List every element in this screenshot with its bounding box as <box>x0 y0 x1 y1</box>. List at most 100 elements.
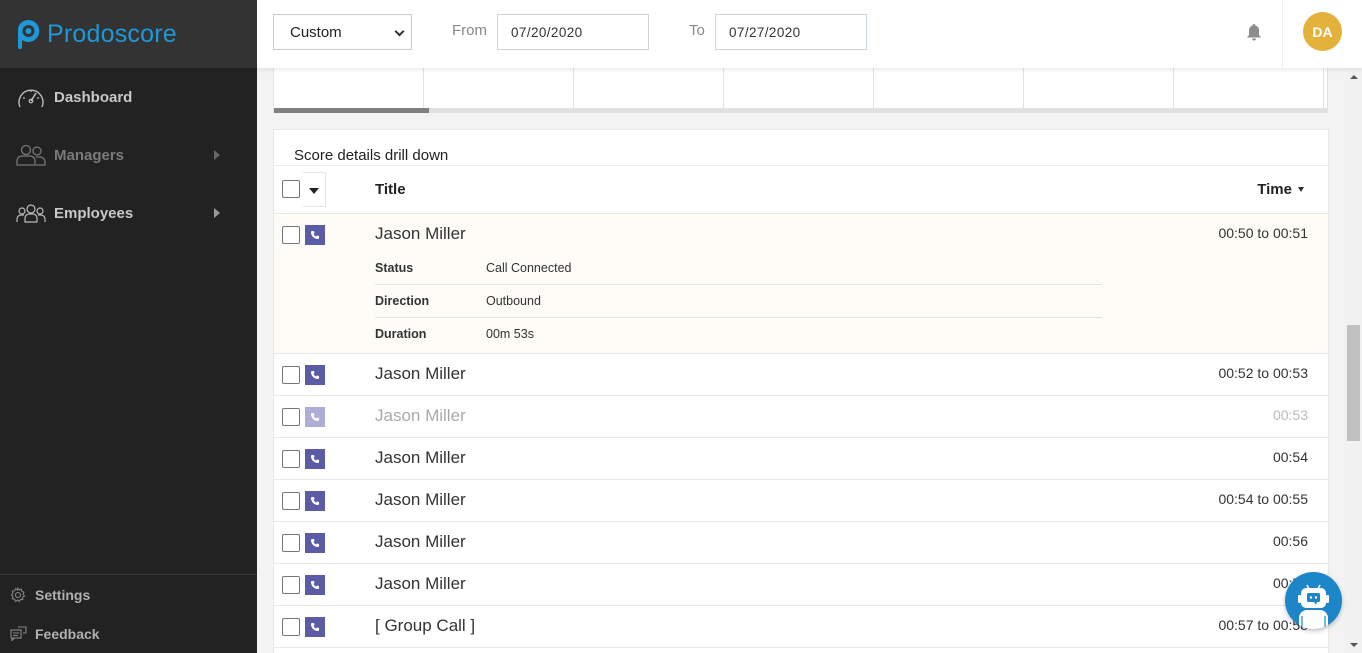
sidebar-item-label: Employees <box>54 204 134 222</box>
row-checkbox[interactable] <box>282 450 300 468</box>
top-bar: Custom From To DA <box>257 0 1362 68</box>
detail-key: Direction <box>375 294 430 308</box>
table-header: Title Time <box>274 166 1328 214</box>
row-title: Jason Miller <box>375 364 466 383</box>
sidebar-item-feedback[interactable]: Feedback <box>0 614 257 653</box>
row-checkbox[interactable] <box>282 492 300 510</box>
sidebar-item-employees[interactable]: Employees <box>0 184 257 242</box>
column-header-time[interactable]: Time <box>1257 181 1292 198</box>
detail-key: Status <box>375 261 414 275</box>
table-row[interactable]: Jason Miller 00:50 to 00:51 Status Call … <box>274 214 1328 354</box>
row-time: 00:54 to 00:55 <box>1218 491 1308 507</box>
employees-icon <box>16 200 46 226</box>
row-checkbox[interactable] <box>282 576 300 594</box>
column-header-title[interactable]: Title <box>375 181 406 198</box>
caret-down-icon <box>309 188 319 194</box>
bulk-actions-dropdown[interactable] <box>303 172 326 207</box>
row-checkbox[interactable] <box>282 366 300 384</box>
row-title: Jason Miller <box>375 224 466 243</box>
scroll-down-arrow-icon[interactable] <box>1350 643 1358 647</box>
phone-icon <box>305 491 325 511</box>
score-cell <box>1024 68 1174 108</box>
to-label: To <box>689 22 705 39</box>
caret-right-icon <box>214 208 220 218</box>
scroll-up-arrow-icon[interactable] <box>1350 75 1358 79</box>
bell-icon[interactable] <box>1244 22 1264 42</box>
gear-icon <box>9 586 27 604</box>
table-row[interactable]: Jason Miller 00:54 <box>274 438 1328 480</box>
from-date-input[interactable] <box>497 14 649 50</box>
chevron-down-icon <box>394 26 405 37</box>
row-time: 00:56 <box>1272 533 1308 549</box>
phone-icon <box>305 365 325 385</box>
score-cell <box>724 68 874 108</box>
row-checkbox[interactable] <box>282 534 300 552</box>
row-title: Jason Miller <box>375 406 466 425</box>
sidebar-item-label: Settings <box>35 586 91 603</box>
detail-value: Outbound <box>486 294 541 308</box>
row-title: Jason Miller <box>375 448 466 467</box>
divider <box>1282 0 1283 68</box>
sidebar-item-dashboard[interactable]: Dashboard <box>0 68 257 126</box>
feedback-icon <box>9 625 27 643</box>
score-cell <box>1174 68 1324 108</box>
managers-icon <box>16 142 46 168</box>
score-cell <box>424 68 574 108</box>
row-checkbox[interactable] <box>282 408 300 426</box>
brand-name: Prodoscore <box>47 19 177 48</box>
table-row[interactable]: Jason Miller 00:53 <box>274 396 1328 438</box>
table-body: Jason Miller 00:50 to 00:51 Status Call … <box>274 214 1328 648</box>
caret-right-icon <box>214 150 220 160</box>
score-columns-panel <box>273 68 1328 113</box>
brand[interactable]: Prodoscore <box>0 0 257 68</box>
phone-icon <box>305 225 325 245</box>
row-time: 00:54 <box>1272 449 1308 465</box>
horizontal-scrollbar-thumb[interactable] <box>274 108 429 113</box>
detail-value: Call Connected <box>486 261 572 275</box>
table-row[interactable]: Jason Miller 00:57 <box>274 564 1328 606</box>
sidebar-item-label: Dashboard <box>54 88 133 106</box>
row-checkbox[interactable] <box>282 226 300 244</box>
score-cell <box>874 68 1024 108</box>
table-row[interactable]: Jason Miller 00:56 <box>274 522 1328 564</box>
sidebar-item-label: Feedback <box>35 625 100 642</box>
row-title: Jason Miller <box>375 574 466 593</box>
row-time: 00:52 to 00:53 <box>1218 365 1308 381</box>
sidebar-item-managers[interactable]: Managers <box>0 126 257 184</box>
score-cell <box>574 68 724 108</box>
speedometer-icon <box>16 84 46 110</box>
sort-desc-icon[interactable] <box>1298 187 1304 192</box>
phone-icon <box>305 617 325 637</box>
horizontal-scrollbar[interactable] <box>274 108 1327 113</box>
sidebar-item-settings[interactable]: Settings <box>0 575 257 614</box>
vertical-scrollbar[interactable] <box>1345 68 1362 653</box>
detail-direction: Direction Outbound <box>375 285 1102 318</box>
sidebar-item-label: Managers <box>54 146 125 164</box>
row-checkbox[interactable] <box>282 618 300 636</box>
chatbot-button[interactable] <box>1285 572 1342 629</box>
table-row[interactable]: Jason Miller 00:52 to 00:53 <box>274 354 1328 396</box>
card-title: Score details drill down <box>294 147 449 164</box>
date-range-select[interactable]: Custom <box>273 14 412 50</box>
sidebar: Prodoscore Dashboard Managers Employees … <box>0 0 257 653</box>
phone-icon <box>305 449 325 469</box>
vertical-scrollbar-thumb[interactable] <box>1347 325 1360 441</box>
detail-value: 00m 53s <box>486 327 534 341</box>
detail-key: Duration <box>375 327 427 341</box>
row-title: Jason Miller <box>375 532 466 551</box>
sidebar-bottom: Settings Feedback <box>0 574 257 653</box>
phone-icon <box>305 575 325 595</box>
avatar[interactable]: DA <box>1303 12 1342 51</box>
phone-icon <box>305 533 325 553</box>
table-row[interactable]: Jason Miller 00:54 to 00:55 <box>274 480 1328 522</box>
detail-duration: Duration 00m 53s <box>375 318 1102 351</box>
score-details-card: Score details drill down Title Time Jaso… <box>273 129 1329 653</box>
to-date-input[interactable] <box>715 14 867 50</box>
robot-icon <box>1298 584 1329 629</box>
date-range-value: Custom <box>290 23 342 41</box>
select-all-checkbox[interactable] <box>282 180 300 198</box>
from-label: From <box>452 22 487 39</box>
phone-icon <box>305 407 325 427</box>
table-row[interactable]: [ Group Call ] 00:57 to 00:58 <box>274 606 1328 648</box>
row-time: 00:50 to 00:51 <box>1218 225 1308 241</box>
